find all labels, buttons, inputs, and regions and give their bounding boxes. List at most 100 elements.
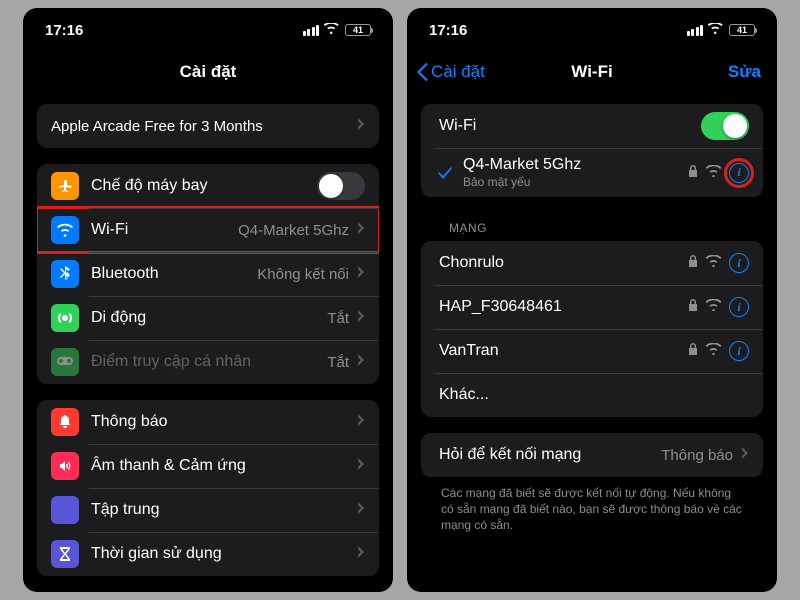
nav-bar: Cài đặt: [23, 52, 393, 92]
wifi-value: Q4-Market 5Ghz: [238, 222, 349, 239]
wifi-toggle-row[interactable]: Wi-Fi: [421, 104, 763, 148]
settings-content[interactable]: Apple Arcade Free for 3 Months Chế độ má…: [23, 104, 393, 576]
general-group: Thông báo Âm thanh & Cảm ứng Tập trung: [37, 400, 379, 576]
bluetooth-label: Bluetooth: [91, 265, 249, 283]
networks-header: MẠNG: [421, 197, 763, 241]
sounds-label: Âm thanh & Cảm ứng: [91, 457, 349, 475]
connected-network-icons: i: [688, 163, 749, 183]
wifi-strength-icon: [706, 298, 721, 316]
ask-to-join-row[interactable]: Hỏi để kết nối mạng Thông báo: [421, 433, 763, 477]
wifi-toggle-group: Wi-Fi Q4-Market 5Ghz Bảo mật yếu i: [421, 104, 763, 197]
phone-wifi: 17:16 41 Cài đặt Wi-Fi Sửa Wi-Fi: [407, 8, 777, 592]
lock-icon: [688, 254, 698, 272]
status-bar: 17:16 41: [23, 8, 393, 52]
promo-group: Apple Arcade Free for 3 Months: [37, 104, 379, 148]
network-row[interactable]: VanTran i: [421, 329, 763, 373]
chevron-right-icon: [357, 413, 365, 431]
network-icons: i: [688, 297, 749, 317]
other-network-row[interactable]: Khác...: [421, 373, 763, 417]
back-label: Cài đặt: [431, 62, 485, 82]
connected-security: Bảo mật yếu: [463, 175, 680, 189]
bluetooth-icon: [51, 260, 79, 288]
status-indicators: 41: [303, 22, 372, 39]
wifi-strength-icon: [706, 164, 721, 182]
page-title: Cài đặt: [180, 62, 237, 82]
screentime-label: Thời gian sử dụng: [91, 545, 349, 563]
chevron-right-icon: [357, 221, 365, 239]
cellular-value: Tắt: [327, 310, 349, 327]
network-row[interactable]: Chonrulo i: [421, 241, 763, 285]
bluetooth-row[interactable]: Bluetooth Không kết nối: [37, 252, 379, 296]
hotspot-row[interactable]: Điểm truy cập cá nhân Tắt: [37, 340, 379, 384]
wifi-strength-icon: [706, 254, 721, 272]
focus-label: Tập trung: [91, 501, 349, 519]
status-bar: 17:16 41: [407, 8, 777, 52]
status-time: 17:16: [45, 22, 83, 39]
battery-level: 41: [353, 25, 363, 35]
wifi-toggle-label: Wi-Fi: [439, 117, 701, 135]
chevron-right-icon: [741, 446, 749, 464]
hourglass-icon: [51, 540, 79, 568]
network-row[interactable]: HAP_F30648461 i: [421, 285, 763, 329]
cellular-label: Di động: [91, 309, 319, 327]
ask-value: Thông báo: [661, 447, 733, 464]
airplane-toggle[interactable]: [317, 172, 365, 200]
info-button[interactable]: i: [729, 253, 749, 273]
info-button[interactable]: i: [729, 163, 749, 183]
edit-button[interactable]: Sửa: [728, 52, 761, 92]
connectivity-group: Chế độ máy bay Wi-Fi Q4-Market 5Ghz Blue…: [37, 164, 379, 384]
networks-group: Chonrulo i HAP_F30648461 i VanTran: [421, 241, 763, 417]
wifi-row[interactable]: Wi-Fi Q4-Market 5Ghz: [37, 208, 379, 252]
airplane-mode-row[interactable]: Chế độ máy bay: [37, 164, 379, 208]
chevron-right-icon: [357, 501, 365, 519]
wifi-toggle[interactable]: [701, 112, 749, 140]
moon-icon: [51, 496, 79, 524]
nav-bar: Cài đặt Wi-Fi Sửa: [407, 52, 777, 92]
sounds-row[interactable]: Âm thanh & Cảm ứng: [37, 444, 379, 488]
screentime-row[interactable]: Thời gian sử dụng: [37, 532, 379, 576]
connected-ssid: Q4-Market 5Ghz: [463, 156, 680, 174]
chevron-right-icon: [357, 117, 365, 135]
back-button[interactable]: Cài đặt: [417, 52, 485, 92]
wifi-strength-icon: [706, 342, 721, 360]
lock-icon: [688, 164, 698, 182]
promo-row[interactable]: Apple Arcade Free for 3 Months: [37, 104, 379, 148]
network-ssid: HAP_F30648461: [439, 298, 680, 316]
cellular-signal-icon: [303, 25, 320, 36]
wifi-label: Wi-Fi: [91, 221, 230, 239]
lock-icon: [688, 342, 698, 360]
cellular-icon: [51, 304, 79, 332]
edit-label: Sửa: [728, 62, 761, 82]
wifi-content[interactable]: Wi-Fi Q4-Market 5Ghz Bảo mật yếu i MẠNG: [407, 104, 777, 534]
speaker-icon: [51, 452, 79, 480]
cellular-row[interactable]: Di động Tắt: [37, 296, 379, 340]
info-button[interactable]: i: [729, 297, 749, 317]
hotspot-label: Điểm truy cập cá nhân: [91, 353, 319, 371]
battery-level: 41: [737, 25, 747, 35]
hotspot-icon: [51, 348, 79, 376]
status-indicators: 41: [687, 22, 756, 39]
bell-icon: [51, 408, 79, 436]
chevron-right-icon: [357, 265, 365, 283]
notifications-label: Thông báo: [91, 413, 349, 431]
chevron-right-icon: [357, 309, 365, 327]
battery-icon: 41: [729, 24, 755, 36]
ask-label: Hỏi để kết nối mạng: [439, 446, 653, 464]
chevron-right-icon: [357, 457, 365, 475]
promo-label: Apple Arcade Free for 3 Months: [51, 118, 349, 135]
page-title: Wi-Fi: [571, 62, 612, 82]
network-icons: i: [688, 253, 749, 273]
airplane-icon: [51, 172, 79, 200]
lock-icon: [688, 298, 698, 316]
ask-footer: Các mạng đã biết sẽ được kết nối tự động…: [421, 477, 763, 534]
network-ssid: Chonrulo: [439, 254, 680, 272]
focus-row[interactable]: Tập trung: [37, 488, 379, 532]
wifi-icon: [51, 216, 79, 244]
bluetooth-value: Không kết nối: [257, 266, 349, 283]
battery-icon: 41: [345, 24, 371, 36]
ask-group: Hỏi để kết nối mạng Thông báo: [421, 433, 763, 477]
notifications-row[interactable]: Thông báo: [37, 400, 379, 444]
connected-network-row[interactable]: Q4-Market 5Ghz Bảo mật yếu i: [421, 148, 763, 197]
other-label: Khác...: [439, 386, 749, 404]
info-button[interactable]: i: [729, 341, 749, 361]
